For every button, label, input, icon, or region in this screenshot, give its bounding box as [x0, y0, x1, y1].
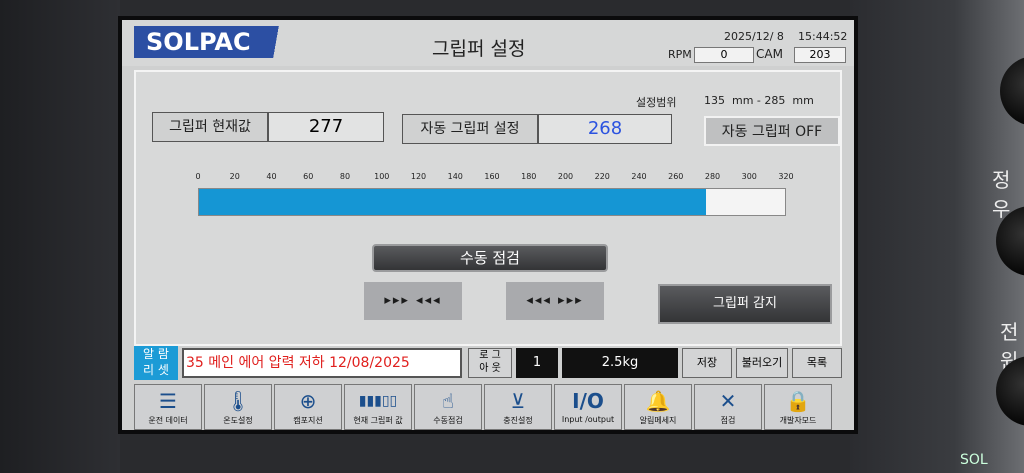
scale-tick-label: 160 [484, 172, 500, 181]
scale-tick-label: 0 [195, 172, 201, 181]
nav-label: 점검 [720, 416, 736, 425]
rpm-label: RPM [668, 48, 692, 61]
scale-tick-label: 280 [704, 172, 721, 181]
scale-tick-label: 120 [410, 172, 427, 181]
scale-tick-label: 220 [594, 172, 610, 181]
auto-gripper-toggle[interactable]: 자동 그립퍼 OFF [704, 116, 840, 146]
nav-operation-data[interactable]: ☰ 운전 데이터 [134, 384, 202, 430]
nav-label: 수동점검 [433, 416, 463, 425]
nav-input-output[interactable]: I/O Input /output [554, 384, 622, 430]
scale-bar-track [198, 188, 786, 216]
scale-tick-label: 80 [339, 172, 351, 181]
scale-tick-label: 140 [447, 172, 463, 181]
hmi-screen: SOLPAC 그립퍼 설정 2025/12/ 8 15:44:52 RPM 0 … [118, 16, 858, 434]
save-button[interactable]: 저장 [682, 348, 732, 378]
nav-label: 캠포지션 [293, 416, 323, 425]
scale-tick-label: 60 [303, 172, 314, 181]
count-display: 1 [516, 348, 558, 378]
nav-temperature-settings[interactable]: 🌡 온도설정 [204, 384, 272, 430]
scale-tick-label: 300 [741, 172, 757, 181]
list-button[interactable]: 목록 [792, 348, 842, 378]
range-value: 135 mm - 285 mm [704, 94, 814, 107]
gripper-detect-button[interactable]: 그립퍼 감지 [658, 284, 832, 324]
fill-icon: ⊻ [510, 389, 526, 413]
side-brand-fragment: SOL [960, 452, 988, 468]
gripper-settings-panel: 설정범위 135 mm - 285 mm 그립퍼 현재값 277 자동 그립퍼 … [134, 70, 842, 346]
header-bar: SOLPAC 그립퍼 설정 2025/12/ 8 15:44:52 RPM 0 … [122, 20, 854, 66]
device-bezel-right: 정우 전원 SOL [850, 0, 1024, 473]
logout-label-1: 로 그 [479, 350, 501, 361]
bell-icon: 🔔 [645, 389, 671, 413]
scale-tick-label: 200 [557, 172, 574, 181]
alarm-bar: 알 람 리 셋 35 메인 에어 압력 저하 12/08/2025 로 그 아 … [134, 346, 842, 380]
nav-current-gripper-value[interactable]: ▮▮▮▯▯ 현재 그립퍼 값 [344, 384, 412, 430]
gripper-open-button[interactable]: ▸▸▸ ◂◂◂ [364, 282, 462, 320]
alarm-reset-button[interactable]: 알 람 리 셋 [134, 346, 178, 380]
brand-logo: SOLPAC [134, 26, 314, 58]
scale-tick-label: 40 [266, 172, 277, 181]
gripper-close-button[interactable]: ◂◂◂ ▸▸▸ [506, 282, 604, 320]
hand-press-icon: ☝ [441, 389, 455, 413]
page-title: 그립퍼 설정 [432, 38, 526, 60]
nav-cam-position[interactable]: ⊕ 캠포지션 [274, 384, 342, 430]
control-knob-top[interactable] [1000, 56, 1024, 126]
scale-ticks: 0 20 40 60 80 100 120 140 160 180 200 220 240 260 280 3… [195, 172, 793, 184]
nav-label: 알림메세지 [639, 416, 677, 425]
device-bezel-left [0, 0, 120, 473]
weight-display: 2.5kg [562, 348, 678, 378]
nav-label: 현재 그립퍼 값 [353, 416, 403, 425]
nav-developer-mode[interactable]: 🔒 개발자모드 [764, 384, 832, 430]
nav-inspection[interactable]: ✕ 점검 [694, 384, 762, 430]
cam-label: CAM [756, 47, 783, 61]
nav-manual-check[interactable]: ☝ 수동점검 [414, 384, 482, 430]
gauge-bar-icon: ▮▮▮▯▯ [358, 393, 398, 409]
current-value-label: 그립퍼 현재값 [152, 112, 268, 142]
scale-tick-label: 320 [778, 172, 794, 181]
auto-setting-label: 자동 그립퍼 설정 [402, 114, 538, 144]
nav-label: 온도설정 [223, 416, 253, 425]
load-button[interactable]: 불러오기 [736, 348, 788, 378]
alarm-reset-label-1: 알 람 [143, 347, 169, 361]
nav-label: 충진설정 [503, 416, 533, 425]
logout-label-2: 아 웃 [479, 363, 501, 374]
database-icon: ☰ [159, 389, 177, 413]
manual-check-button[interactable]: 수동 점검 [372, 244, 608, 272]
gripper-scale: 0 20 40 60 80 100 120 140 160 180 200 220 240 260 280 3… [195, 172, 794, 224]
lock-icon: 🔒 [785, 389, 811, 413]
scale-tick-label: 180 [521, 172, 537, 181]
scale-tick-label: 20 [229, 172, 240, 181]
thermometer-icon: 🌡 [225, 389, 251, 413]
scale-tick-label: 260 [668, 172, 684, 181]
alarm-reset-label-2: 리 셋 [143, 363, 169, 377]
target-icon: ⊕ [299, 389, 317, 413]
alarm-message: 35 메인 에어 압력 저하 12/08/2025 [182, 348, 462, 378]
rpm-value: 0 [694, 47, 754, 63]
time-display: 15:44:52 [798, 30, 848, 43]
scale-tick-label: 100 [374, 172, 390, 181]
scale-tick-label: 240 [631, 172, 647, 181]
io-icon: I/O [572, 389, 604, 413]
range-label: 설정범위 [636, 96, 677, 109]
nav-fill-settings[interactable]: ⊻ 충진설정 [484, 384, 552, 430]
nav-label: 운전 데이터 [148, 416, 188, 425]
auto-setting-input[interactable]: 268 [538, 114, 672, 144]
nav-label: Input /output [561, 415, 615, 424]
tools-icon: ✕ [719, 389, 737, 413]
date-display: 2025/12/ 8 [724, 30, 784, 43]
logout-button[interactable]: 로 그 아 웃 [468, 348, 512, 378]
cam-value: 203 [794, 47, 846, 63]
scale-bar-fill [199, 189, 707, 215]
current-value-display: 277 [268, 112, 384, 142]
nav-label: 개발자모드 [779, 416, 817, 425]
nav-alarm-messages[interactable]: 🔔 알림메세지 [624, 384, 692, 430]
